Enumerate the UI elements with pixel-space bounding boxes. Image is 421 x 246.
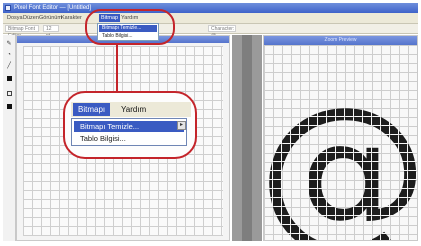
line-icon[interactable]: ╱: [5, 62, 13, 69]
submenu-arrow-icon: ▸: [177, 121, 186, 130]
highlight-outline-menu: [85, 9, 175, 45]
zoom-menu-bar: Bitmapı Yardım: [71, 102, 191, 117]
select-icon[interactable]: [5, 103, 13, 110]
divider-handle[interactable]: [242, 35, 252, 241]
window-title: Pixel Font Editor — [Untitled]: [14, 5, 92, 11]
zoom-dropdown: Bitmapı Temizle... Tablo Bilgisi... ▸: [71, 118, 187, 146]
pencil-icon[interactable]: ✎: [5, 40, 13, 47]
zoom-preview-panel: Zoom Preview @: [263, 35, 418, 241]
color-black-icon[interactable]: [5, 75, 13, 82]
size-field[interactable]: 12 pt: [43, 25, 59, 39]
editor-window: Pixel Font Editor — [Untitled] Dosya Düz…: [0, 0, 421, 246]
menu-character[interactable]: Karakter: [59, 14, 84, 22]
panel-divider[interactable]: [232, 35, 262, 241]
zoom-menu-help: Yardım: [121, 105, 147, 114]
font-field[interactable]: Bitmap Font Editor: [5, 25, 39, 39]
char-field[interactable]: Character: @: [208, 25, 236, 39]
toolbar: Bitmap Font Editor 12 pt Character: @: [3, 24, 418, 39]
window-titlebar: Pixel Font Editor — [Untitled]: [3, 3, 418, 13]
zoom-item-table-info: Tablo Bilgisi...: [80, 134, 126, 143]
zoom-menu-bitmap: Bitmapı: [73, 103, 111, 116]
app-icon: [5, 5, 11, 11]
zoom-callout: Bitmapı Yardım Bitmapı Temizle... Tablo …: [63, 91, 197, 159]
zoom-item-clear: Bitmapı Temizle...: [74, 121, 184, 132]
glyph-preview: @: [264, 71, 417, 240]
menu-bar: Dosya Düzen Görünüm Karakter Bitmap Yard…: [3, 13, 418, 24]
fill-icon[interactable]: ◔: [5, 51, 13, 58]
tool-palette: ✎ ◔ ╱: [3, 35, 16, 241]
callout-connector: [116, 44, 118, 92]
color-white-icon[interactable]: [5, 90, 13, 97]
